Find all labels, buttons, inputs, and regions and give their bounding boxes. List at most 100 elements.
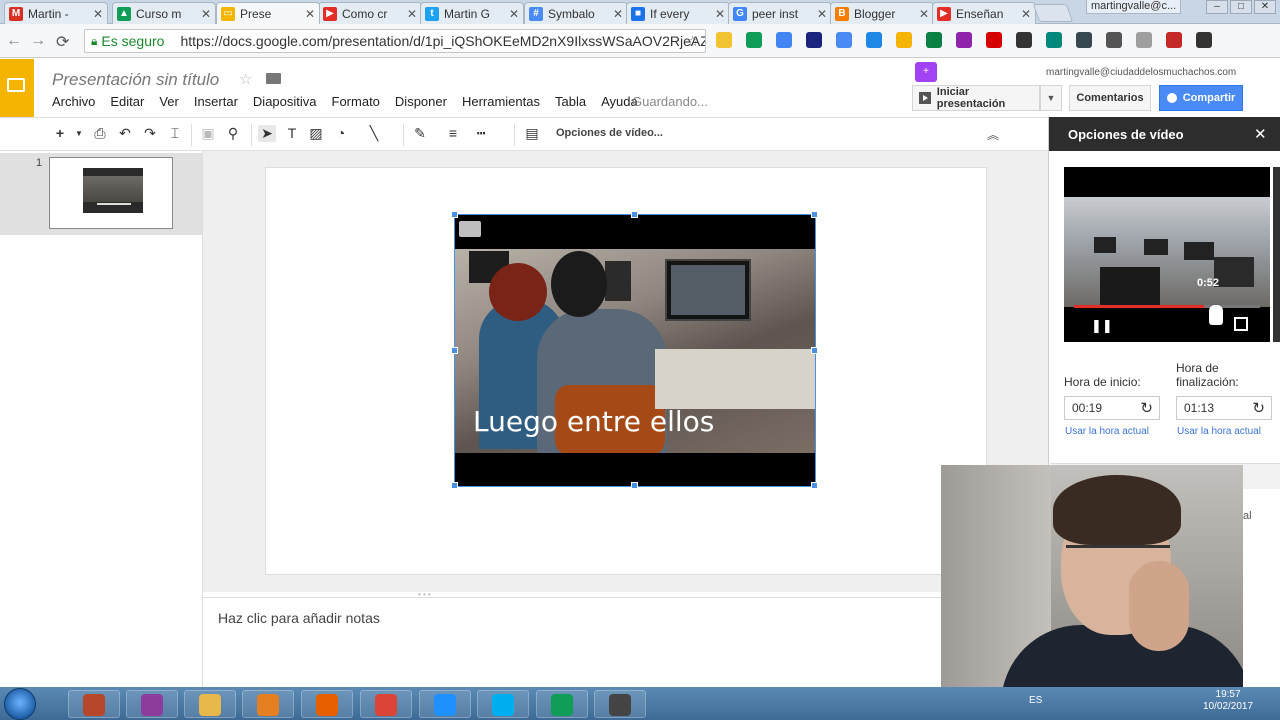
print-icon[interactable]: ⎙	[91, 125, 109, 142]
bookmark-star-icon[interactable]: ☆	[686, 33, 699, 50]
paint-format-icon[interactable]: ⌶	[166, 125, 184, 142]
browser-tab[interactable]: B Blogger ✕	[830, 2, 934, 24]
use-current-end-link[interactable]: Usar la hora actual	[1177, 426, 1261, 437]
browser-tab[interactable]: t Martin G ✕	[420, 2, 524, 24]
tab-close-icon[interactable]: ✕	[407, 7, 417, 21]
tab-close-icon[interactable]: ✕	[613, 7, 623, 21]
minimize-button[interactable]: –	[1206, 0, 1228, 14]
redo-icon[interactable]: ↷	[141, 125, 159, 142]
browser-tab[interactable]: M Martin - ✕	[4, 2, 108, 24]
taskbar-ie-button[interactable]	[419, 690, 471, 718]
back-icon[interactable]: ←	[6, 32, 22, 50]
menu-herramientas[interactable]: Herramientas	[462, 94, 540, 109]
new-tab-button[interactable]	[1032, 4, 1074, 22]
menu-editar[interactable]: Editar	[110, 94, 144, 109]
forward-icon[interactable]: →	[30, 32, 46, 50]
comment-icon[interactable]: ▤	[523, 125, 541, 142]
menu-tabla[interactable]: Tabla	[555, 94, 586, 109]
menu-formato[interactable]: Formato	[332, 94, 380, 109]
select-cursor-icon[interactable]: ➤	[258, 125, 276, 142]
present-button[interactable]: Iniciar presentación	[912, 85, 1040, 111]
extension-icon[interactable]	[1106, 32, 1122, 48]
extension-icon[interactable]	[1136, 32, 1152, 48]
close-window-button[interactable]: ✕	[1254, 0, 1276, 14]
extension-icon[interactable]	[1196, 32, 1212, 48]
tab-close-icon[interactable]: ✕	[919, 7, 929, 21]
new-slide-dropdown-icon[interactable]: ▼	[70, 129, 88, 138]
taskbar-publisher-button[interactable]	[126, 690, 178, 718]
resize-handle[interactable]	[811, 482, 818, 489]
image-icon[interactable]: ▨	[307, 125, 325, 142]
browser-tab[interactable]: ▶ Como cr ✕	[318, 2, 422, 24]
end-time-input[interactable]: 01:13 ↻	[1176, 396, 1272, 420]
taskbar-media-button[interactable]	[242, 690, 294, 718]
extension-icon[interactable]	[746, 32, 762, 48]
extension-icon[interactable]	[1046, 32, 1062, 48]
line-weight-icon[interactable]: ≡	[444, 125, 462, 141]
extension-icon[interactable]	[1076, 32, 1092, 48]
comments-button[interactable]: Comentarios	[1069, 85, 1151, 111]
extension-icon[interactable]	[776, 32, 792, 48]
resize-handle[interactable]	[451, 482, 458, 489]
resize-handle[interactable]	[631, 482, 638, 489]
new-slide-icon[interactable]: +	[51, 125, 69, 141]
tab-close-icon[interactable]: ✕	[305, 7, 315, 21]
tab-close-icon[interactable]: ✕	[509, 7, 519, 21]
menu-ver[interactable]: Ver	[159, 94, 179, 109]
taskbar-firefox-button[interactable]	[301, 690, 353, 718]
present-dropdown-button[interactable]: ▼	[1040, 85, 1062, 111]
system-clock[interactable]: 19:57 10/02/2017	[1203, 689, 1253, 713]
text-box-icon[interactable]: T	[283, 125, 301, 141]
menu-insertar[interactable]: Insertar	[194, 94, 238, 109]
close-icon[interactable]: ✕	[1254, 125, 1267, 143]
reset-end-icon[interactable]: ↻	[1252, 399, 1265, 417]
extension-icon[interactable]	[1016, 32, 1032, 48]
undo-icon[interactable]: ↶	[116, 125, 134, 142]
extension-icon[interactable]	[956, 32, 972, 48]
extension-icon[interactable]	[1166, 32, 1182, 48]
tab-close-icon[interactable]: ✕	[715, 7, 725, 21]
browser-tab[interactable]: ▶ Enseñan ✕	[932, 2, 1036, 24]
language-indicator[interactable]: ES	[1029, 695, 1042, 706]
extension-icon[interactable]	[836, 32, 852, 48]
collapse-icon[interactable]: ︽	[987, 126, 999, 143]
maximize-button[interactable]: □	[1230, 0, 1252, 14]
extension-icon[interactable]	[926, 32, 942, 48]
extension-icon[interactable]	[716, 32, 732, 48]
browser-tab[interactable]: ■ If every ✕	[626, 2, 730, 24]
line-dash-icon[interactable]: ┅	[472, 125, 490, 142]
menu-disponer[interactable]: Disponer	[395, 94, 447, 109]
speaker-notes[interactable]: Haz clic para añadir notas	[203, 597, 1048, 687]
use-current-start-link[interactable]: Usar la hora actual	[1065, 426, 1149, 437]
slides-logo-icon[interactable]	[0, 59, 34, 117]
tab-close-icon[interactable]: ✕	[93, 7, 103, 21]
start-time-input[interactable]: 00:19 ↻	[1064, 396, 1160, 420]
tab-close-icon[interactable]: ✕	[1021, 7, 1031, 21]
preview-progress-bar[interactable]	[1074, 305, 1260, 308]
reload-icon[interactable]: ⟳	[56, 32, 69, 52]
extension-icon[interactable]	[866, 32, 882, 48]
document-title[interactable]: Presentación sin título	[52, 70, 219, 90]
menu-archivo[interactable]: Archivo	[52, 94, 95, 109]
resize-handle[interactable]	[631, 211, 638, 218]
slide-thumbnail[interactable]	[49, 157, 173, 229]
tab-close-icon[interactable]: ✕	[201, 7, 211, 21]
resize-handle[interactable]	[811, 211, 818, 218]
shape-icon[interactable]: ◔	[332, 125, 350, 141]
zoom-icon[interactable]: ⚲	[224, 125, 242, 142]
browser-account-chip[interactable]: martingvalle@c...	[1086, 0, 1182, 14]
fit-icon[interactable]: ▣	[199, 125, 217, 142]
tab-close-icon[interactable]: ✕	[817, 7, 827, 21]
line-icon[interactable]: ╲	[365, 125, 383, 142]
taskbar-skype-button[interactable]	[477, 690, 529, 718]
resize-handle[interactable]	[451, 347, 458, 354]
extension-icon[interactable]	[896, 32, 912, 48]
taskbar-chrome-2-button[interactable]	[536, 690, 588, 718]
reset-start-icon[interactable]: ↻	[1140, 399, 1153, 417]
omnibox[interactable]: 🔒︎ Es seguro https://docs.google.com/pre…	[84, 29, 706, 53]
menu-diapositiva[interactable]: Diapositiva	[253, 94, 317, 109]
taskbar-access-button[interactable]	[68, 690, 120, 718]
folder-icon[interactable]	[266, 73, 281, 84]
taskbar-folder-button[interactable]	[184, 690, 236, 718]
star-icon[interactable]: ☆	[239, 70, 252, 88]
